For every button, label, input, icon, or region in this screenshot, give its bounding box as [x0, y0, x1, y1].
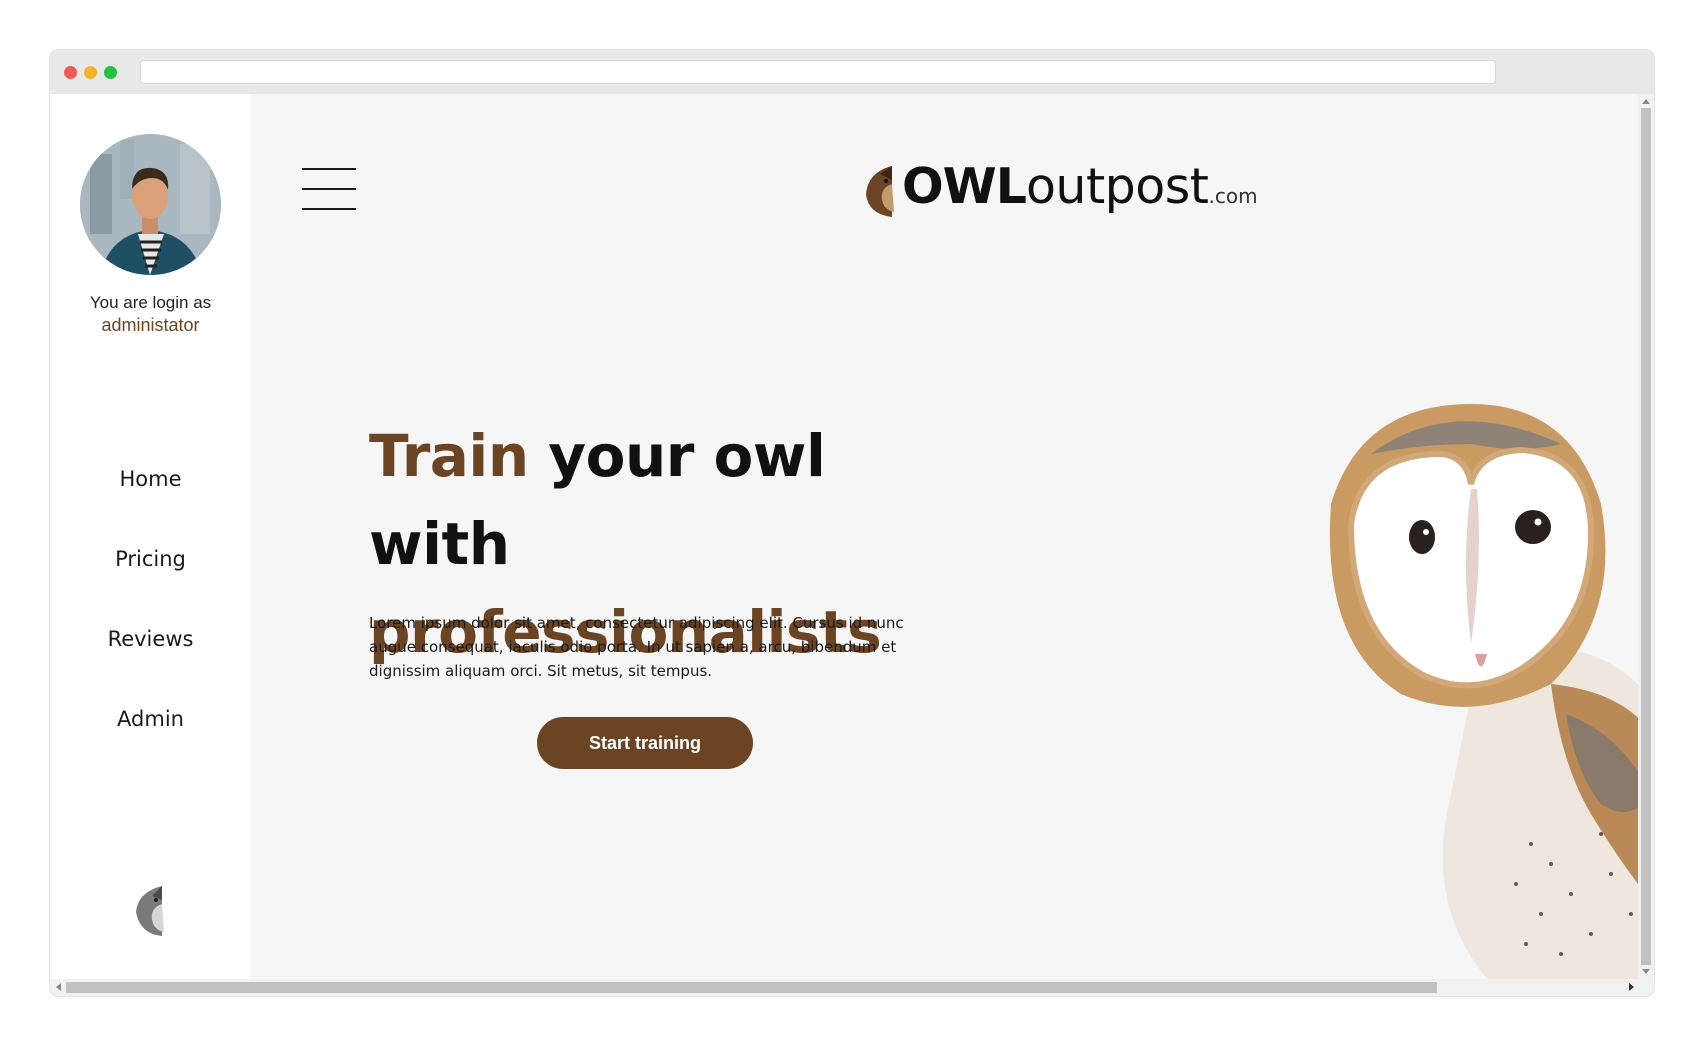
- nav-item-admin[interactable]: Admin: [50, 704, 251, 784]
- vertical-scroll-thumb[interactable]: [1641, 108, 1651, 965]
- close-window-button[interactable]: [64, 66, 77, 79]
- login-status: You are login as administator: [50, 291, 251, 337]
- sidebar-nav: Home Pricing Reviews Admin: [50, 464, 251, 784]
- horizontal-scroll-thumb[interactable]: [66, 982, 1437, 993]
- nav-item-home[interactable]: Home: [50, 464, 251, 544]
- maximize-window-button[interactable]: [104, 66, 117, 79]
- brand-wordmark: OWLoutpost.com: [902, 158, 1258, 215]
- scroll-up-arrow-icon[interactable]: [1642, 99, 1650, 104]
- brand-name-bold: OWL: [902, 158, 1027, 215]
- nav-item-reviews[interactable]: Reviews: [50, 624, 251, 704]
- user-photo: [80, 134, 221, 275]
- barn-owl-photo: [1329, 404, 1638, 979]
- headline-text-2: with: [369, 510, 510, 578]
- start-training-button[interactable]: Start training: [537, 717, 753, 769]
- sidebar: You are login as administator Home Prici…: [50, 94, 251, 979]
- scroll-right-arrow-icon[interactable]: [1629, 983, 1634, 991]
- scroll-down-arrow-icon[interactable]: [1642, 969, 1650, 974]
- owl-logo-icon: [866, 166, 894, 217]
- main-content: OWLoutpost.com Train your owl with profe…: [251, 94, 1638, 979]
- vertical-scrollbar[interactable]: [1638, 94, 1654, 979]
- brand-logo[interactable]: OWLoutpost.com: [862, 158, 1258, 224]
- hero-description: Lorem ipsum dolor sit amet, consectetur …: [369, 614, 904, 680]
- login-role: administator: [101, 315, 200, 335]
- address-bar[interactable]: [140, 60, 1496, 84]
- page-viewport: You are login as administator Home Prici…: [50, 94, 1638, 979]
- brand-name-light: outpost: [1025, 158, 1209, 215]
- headline-text-1: your owl: [528, 422, 826, 490]
- minimize-window-button[interactable]: [84, 66, 97, 79]
- browser-chrome: [50, 50, 1654, 94]
- browser-window: You are login as administator Home Prici…: [50, 50, 1654, 996]
- hamburger-icon[interactable]: [302, 168, 356, 212]
- owl-logo-icon: [136, 886, 164, 936]
- scroll-left-arrow-icon[interactable]: [56, 983, 61, 991]
- horizontal-scrollbar[interactable]: [50, 979, 1654, 996]
- avatar[interactable]: [80, 134, 221, 275]
- headline-accent-1: Train: [369, 422, 529, 490]
- brand-tld: .com: [1208, 184, 1258, 208]
- nav-item-pricing[interactable]: Pricing: [50, 544, 251, 624]
- login-status-label: You are login as: [89, 293, 212, 312]
